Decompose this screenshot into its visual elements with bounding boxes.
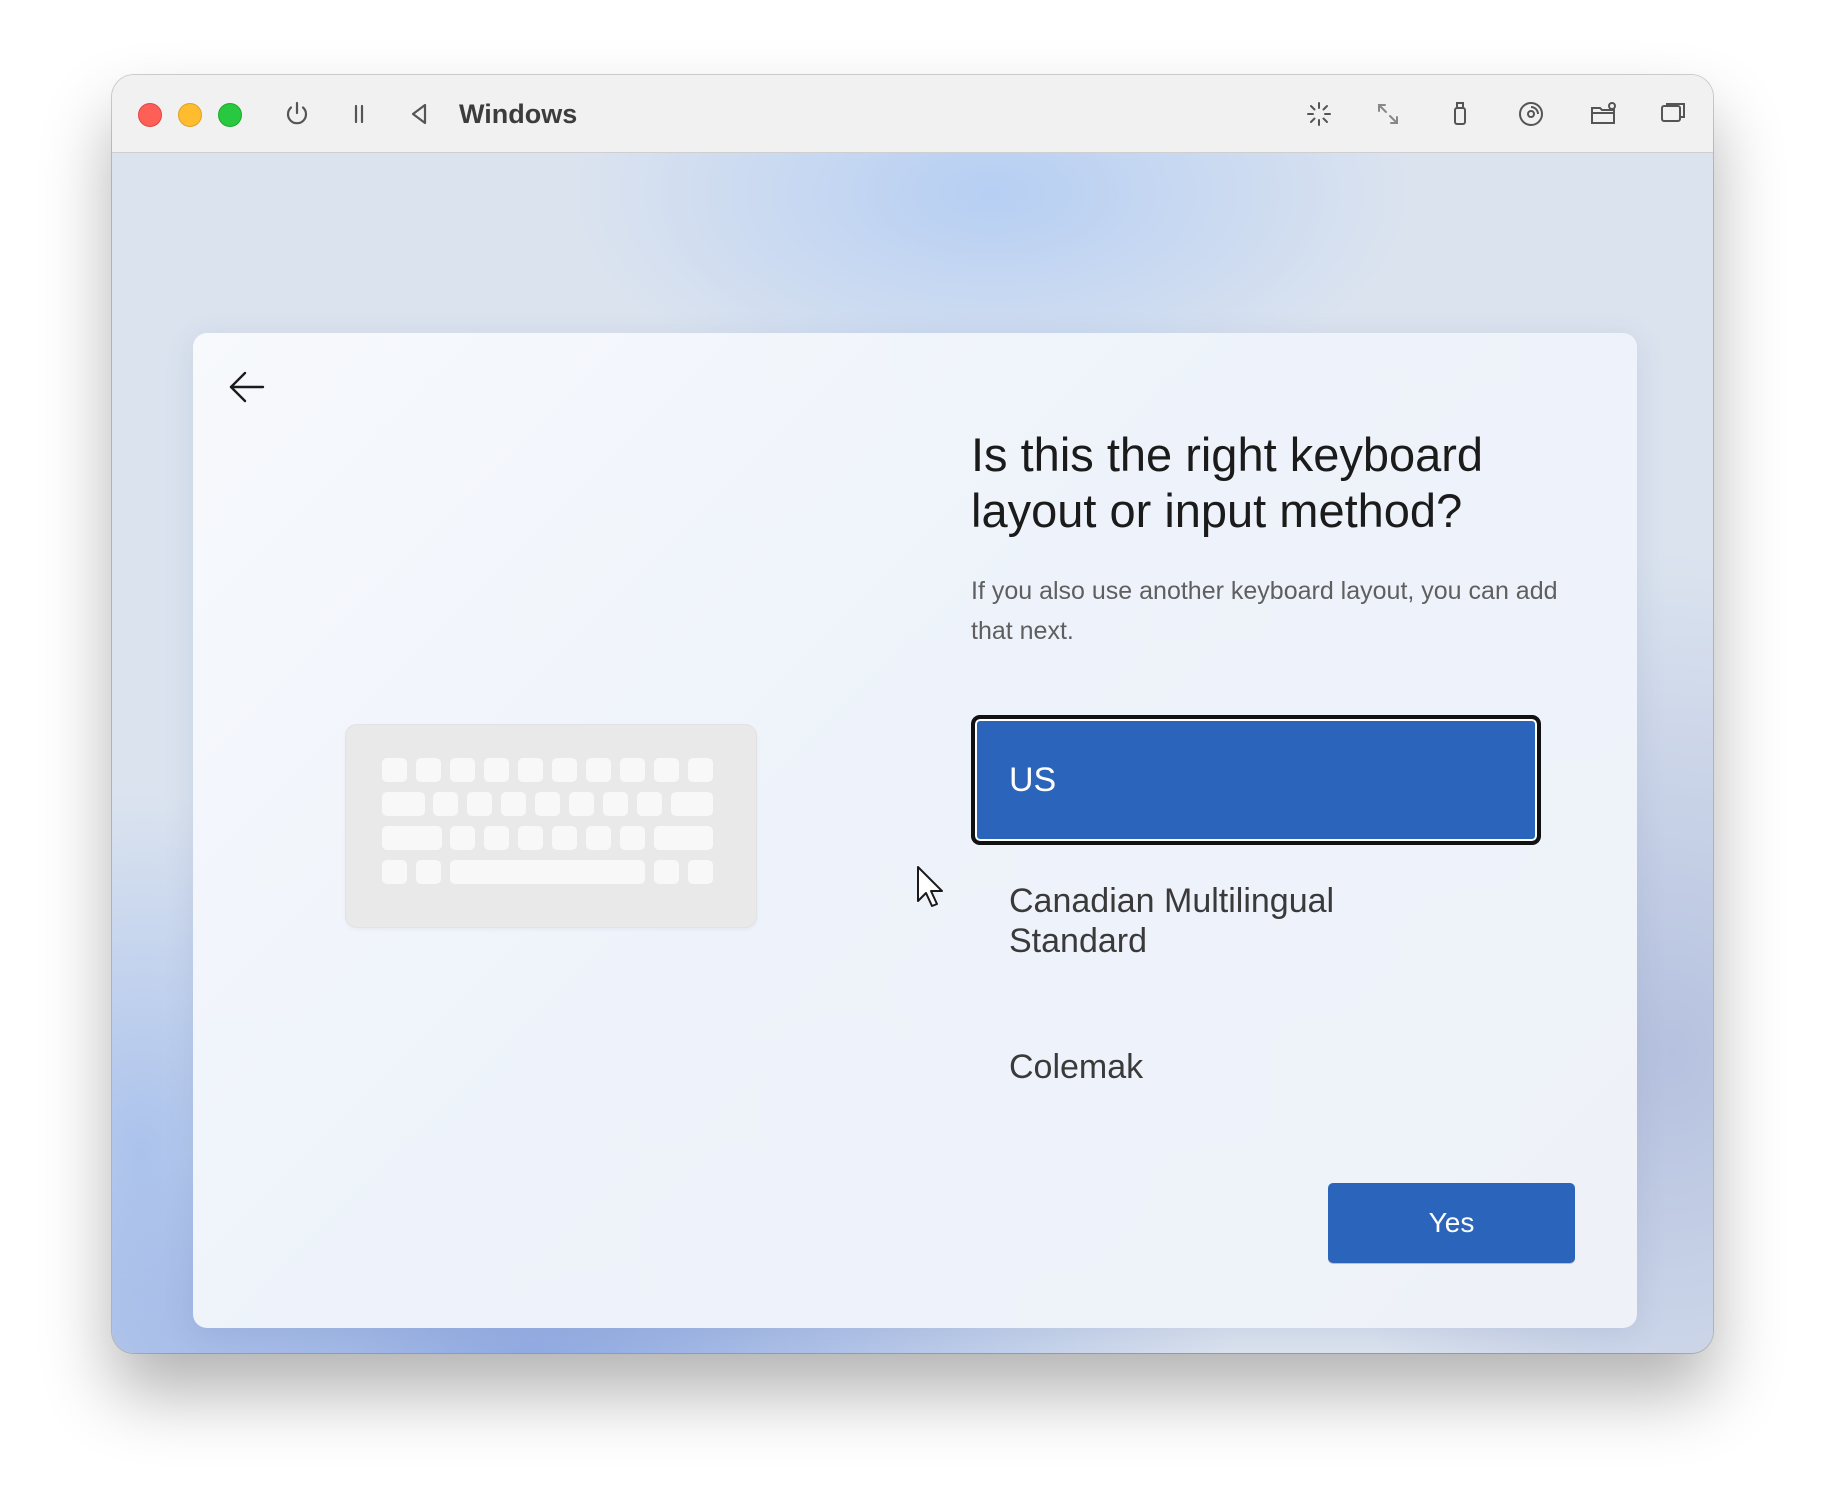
close-button[interactable] [138,103,162,127]
mouse-pointer-icon [917,866,943,907]
usb-icon[interactable] [1443,97,1477,131]
vm-screen[interactable]: Is this the right keyboard layout or inp… [112,153,1713,1353]
minimize-button[interactable] [178,103,202,127]
title-bar: Windows [112,75,1713,153]
disc-icon[interactable] [1514,97,1548,131]
back-arrow-icon[interactable] [223,363,271,411]
layout-option-colemak[interactable]: Colemak [971,1047,1541,1087]
layout-option-us[interactable]: US [971,715,1541,845]
setup-card: Is this the right keyboard layout or inp… [193,333,1637,1328]
keyboard-illustration [345,724,757,928]
window-icon[interactable] [1656,97,1690,131]
layout-option-canadian-multilingual[interactable]: Canadian Multilingual Standard [971,881,1371,961]
shared-folder-icon[interactable] [1586,97,1620,131]
yes-button[interactable]: Yes [1328,1183,1575,1263]
page-subtitle: If you also use another keyboard layout,… [971,577,1558,645]
zoom-button[interactable] [218,103,242,127]
window-title: Windows [459,99,578,129]
vm-window: Windows Is this the right keyboard layou… [112,75,1713,1353]
power-icon[interactable] [280,97,314,131]
back-triangle-icon[interactable] [402,97,436,131]
page-heading: Is this the right keyboard layout or inp… [971,428,1484,537]
brightness-icon[interactable] [1302,97,1336,131]
pause-icon[interactable] [342,97,376,131]
resize-icon[interactable] [1371,97,1405,131]
